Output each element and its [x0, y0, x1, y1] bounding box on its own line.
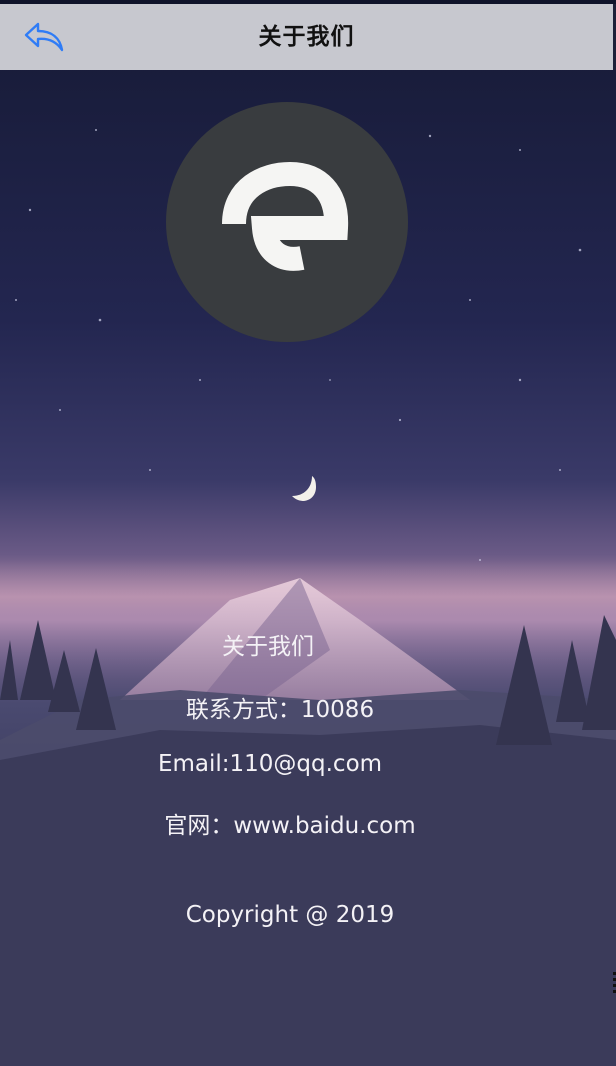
- about-title: 关于我们: [222, 634, 314, 660]
- crescent-moon-icon: [286, 470, 320, 504]
- copyright-text: Copyright @ 2019: [185, 902, 395, 928]
- page-title: 关于我们: [258, 24, 355, 50]
- website-link[interactable]: 官网：www.baidu.com: [10, 806, 570, 840]
- app-logo: [166, 102, 408, 342]
- contact-phone: 联系方式：10086: [185, 697, 375, 723]
- about-us-screen: 关于我们 关于我们 联系方式：10086 Email:110@qq.com 官网…: [0, 0, 616, 1066]
- navigation-bar: 关于我们: [0, 4, 616, 70]
- contact-email: Email:110@qq.com: [157, 751, 383, 777]
